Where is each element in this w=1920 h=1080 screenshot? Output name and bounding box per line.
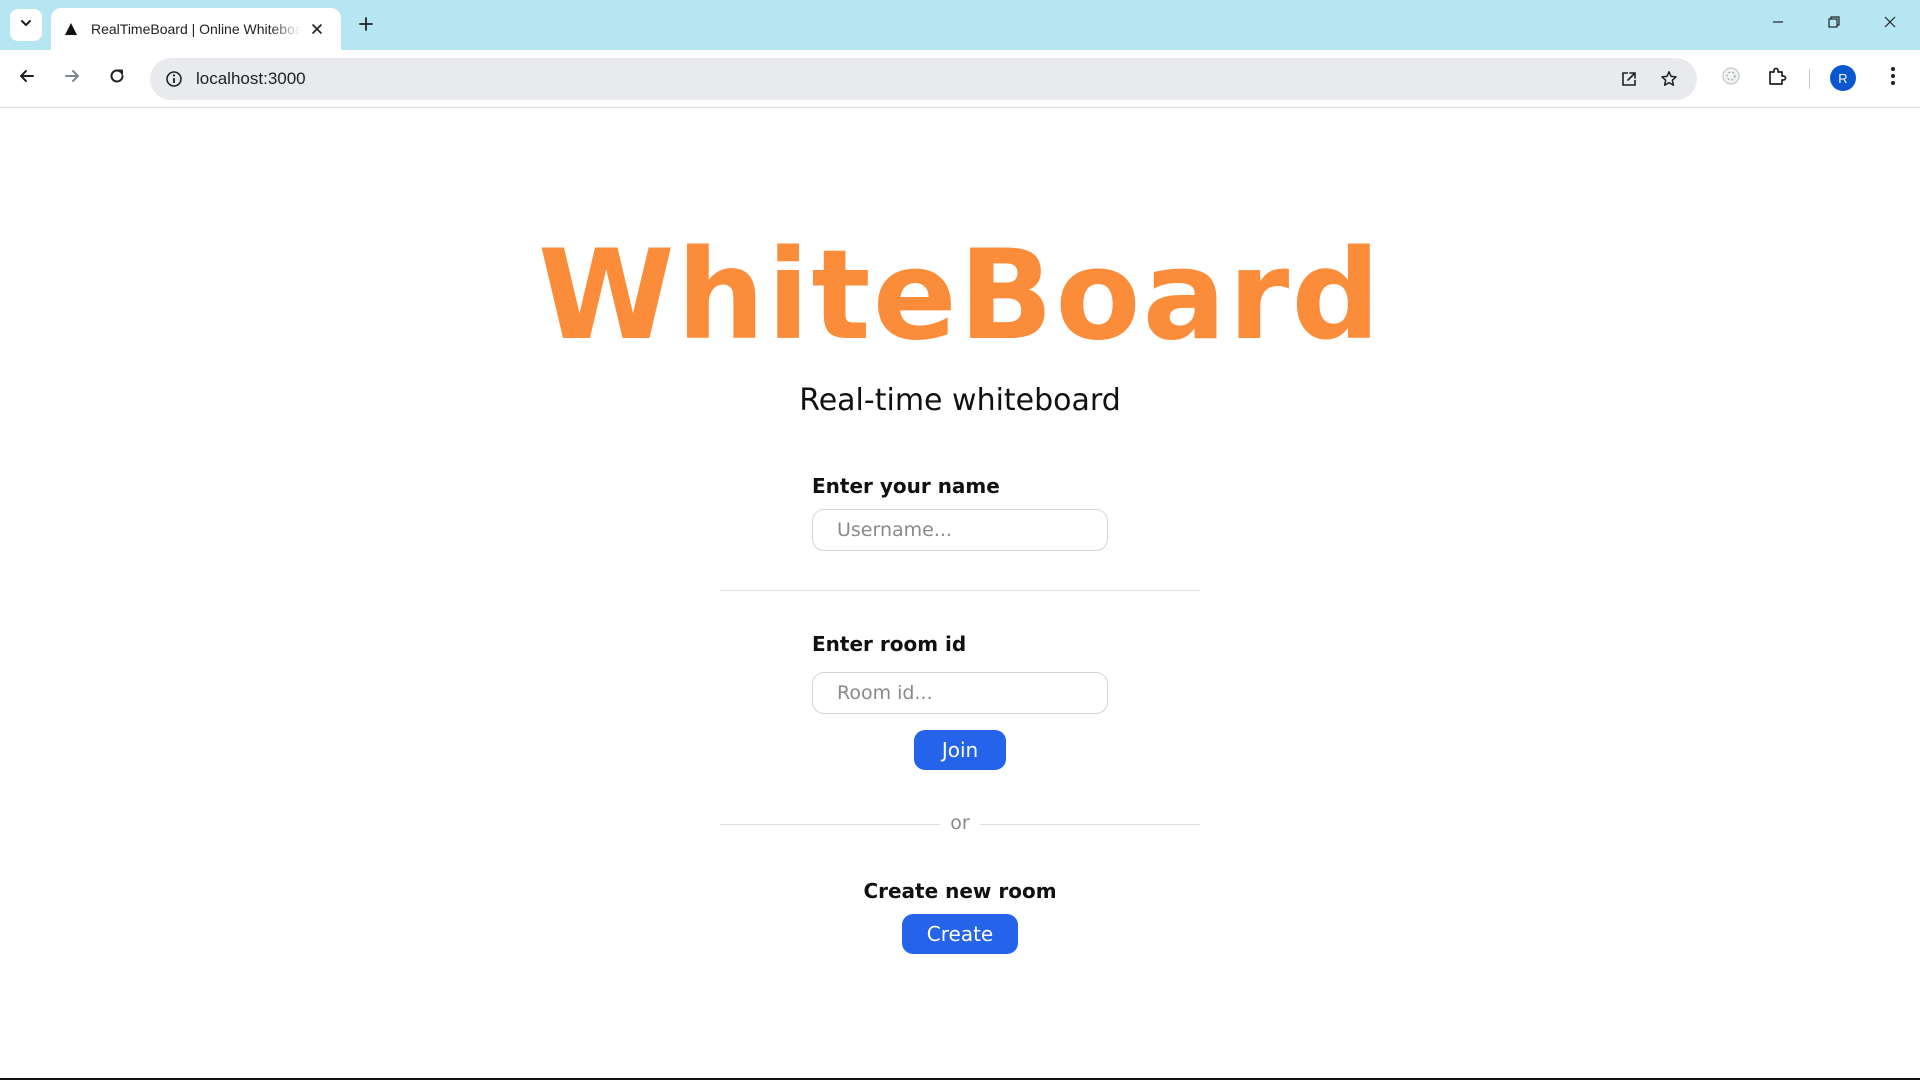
- create-button[interactable]: Create: [902, 914, 1018, 954]
- name-label: Enter your name: [812, 474, 1000, 498]
- extensions-menu-button[interactable]: [1760, 61, 1794, 95]
- new-tab-button[interactable]: [352, 12, 380, 40]
- browser-menu-button[interactable]: [1876, 61, 1910, 95]
- page-subtitle: Real-time whiteboard: [799, 383, 1121, 418]
- room-label: Enter room id: [812, 632, 967, 656]
- forward-button[interactable]: [55, 61, 89, 95]
- close-icon: [1883, 15, 1897, 34]
- triangle-favicon-icon: [63, 21, 79, 37]
- join-button[interactable]: Join: [914, 730, 1006, 770]
- chevron-down-icon: [19, 16, 33, 35]
- extension-button[interactable]: [1714, 61, 1748, 95]
- address-bar[interactable]: localhost:3000: [150, 58, 1697, 100]
- profile-button[interactable]: R: [1826, 61, 1860, 95]
- section-divider: [720, 590, 1200, 591]
- username-input[interactable]: [812, 509, 1108, 551]
- bookmark-star-icon[interactable]: [1652, 62, 1686, 96]
- avatar: R: [1830, 65, 1856, 91]
- open-in-app-icon[interactable]: [1612, 62, 1646, 96]
- browser-toolbar: localhost:3000 R: [0, 50, 1920, 108]
- url-text[interactable]: localhost:3000: [196, 69, 306, 89]
- or-divider-right: [980, 824, 1200, 825]
- back-button[interactable]: [10, 61, 44, 95]
- tab-title: RealTimeBoard | Online Whiteboard: [91, 21, 301, 37]
- restore-button[interactable]: [1806, 0, 1862, 48]
- puzzle-icon: [1767, 66, 1787, 91]
- arrow-left-icon: [18, 67, 36, 90]
- site-info-icon[interactable]: [162, 67, 186, 91]
- create-room-label: Create new room: [863, 879, 1057, 903]
- minimize-icon: [1771, 15, 1785, 34]
- toolbar-divider: [1809, 69, 1810, 89]
- brand-title: WhiteBoard: [537, 224, 1383, 368]
- close-window-button[interactable]: [1862, 0, 1918, 48]
- restore-icon: [1827, 15, 1841, 34]
- extension-circle-icon: [1721, 66, 1741, 91]
- reload-icon: [108, 67, 126, 90]
- plus-icon: [358, 16, 374, 37]
- reload-button[interactable]: [100, 61, 134, 95]
- room-id-input[interactable]: [812, 672, 1108, 714]
- arrow-right-icon: [63, 67, 81, 90]
- active-tab[interactable]: RealTimeBoard | Online Whiteboard: [51, 8, 341, 50]
- close-tab-icon[interactable]: [307, 19, 327, 39]
- tab-strip: RealTimeBoard | Online Whiteboard: [0, 0, 1920, 50]
- minimize-button[interactable]: [1750, 0, 1806, 48]
- page-content: WhiteBoard Real-time whiteboard Enter yo…: [0, 109, 1920, 1080]
- tab-search-button[interactable]: [10, 9, 42, 41]
- or-separator-text: or: [950, 812, 970, 834]
- or-divider-left: [720, 824, 940, 825]
- more-vertical-icon: [1890, 66, 1896, 91]
